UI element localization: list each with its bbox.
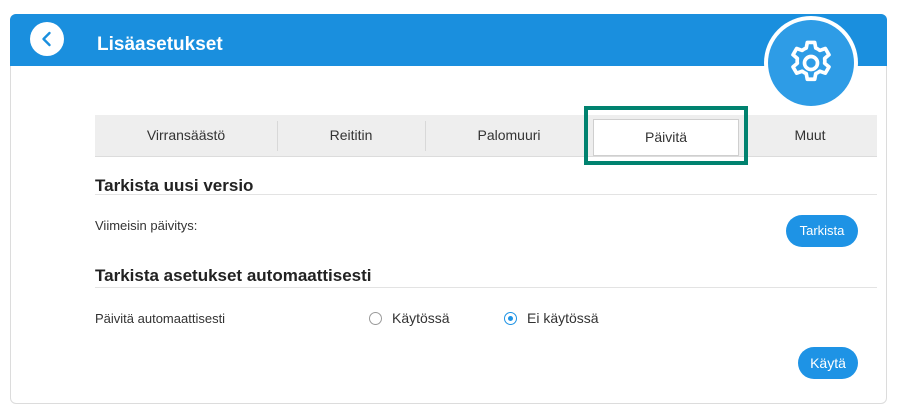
gear-icon-circle <box>768 20 854 106</box>
check-button[interactable]: Tarkista <box>786 215 858 247</box>
auto-update-label: Päivitä automaattisesti <box>95 311 226 326</box>
tab-power-saving[interactable]: Virransäästö <box>95 115 277 156</box>
settings-card <box>10 14 887 404</box>
radio-button-selected[interactable] <box>504 311 517 325</box>
tab-other[interactable]: Muut <box>743 115 877 156</box>
auto-check-heading: Tarkista asetukset automaattisesti <box>95 266 372 285</box>
check-version-heading: Tarkista uusi versio <box>95 176 254 195</box>
radio-button[interactable] <box>369 311 382 325</box>
highlight-box <box>584 106 748 165</box>
page-title: Lisäasetukset <box>97 34 223 55</box>
divider <box>95 287 877 288</box>
apply-button[interactable]: Käytä <box>798 347 858 379</box>
divider <box>95 194 877 195</box>
tab-router[interactable]: Reititin <box>277 115 425 156</box>
radio-enabled-label: Käytössä <box>392 310 450 326</box>
radio-disabled-label: Ei käytössä <box>527 310 599 326</box>
radio-disabled[interactable]: Ei käytössä <box>504 310 599 326</box>
last-update-label: Viimeisin päivitys: <box>95 218 198 233</box>
tab-firewall[interactable]: Palomuuri <box>425 115 593 156</box>
gear-icon <box>791 40 831 82</box>
chevron-left-icon <box>42 31 51 47</box>
radio-enabled[interactable]: Käytössä <box>369 310 450 326</box>
tab-bar: Virransäästö Reititin Palomuuri Päivitä … <box>95 115 877 157</box>
back-button[interactable] <box>30 22 64 56</box>
